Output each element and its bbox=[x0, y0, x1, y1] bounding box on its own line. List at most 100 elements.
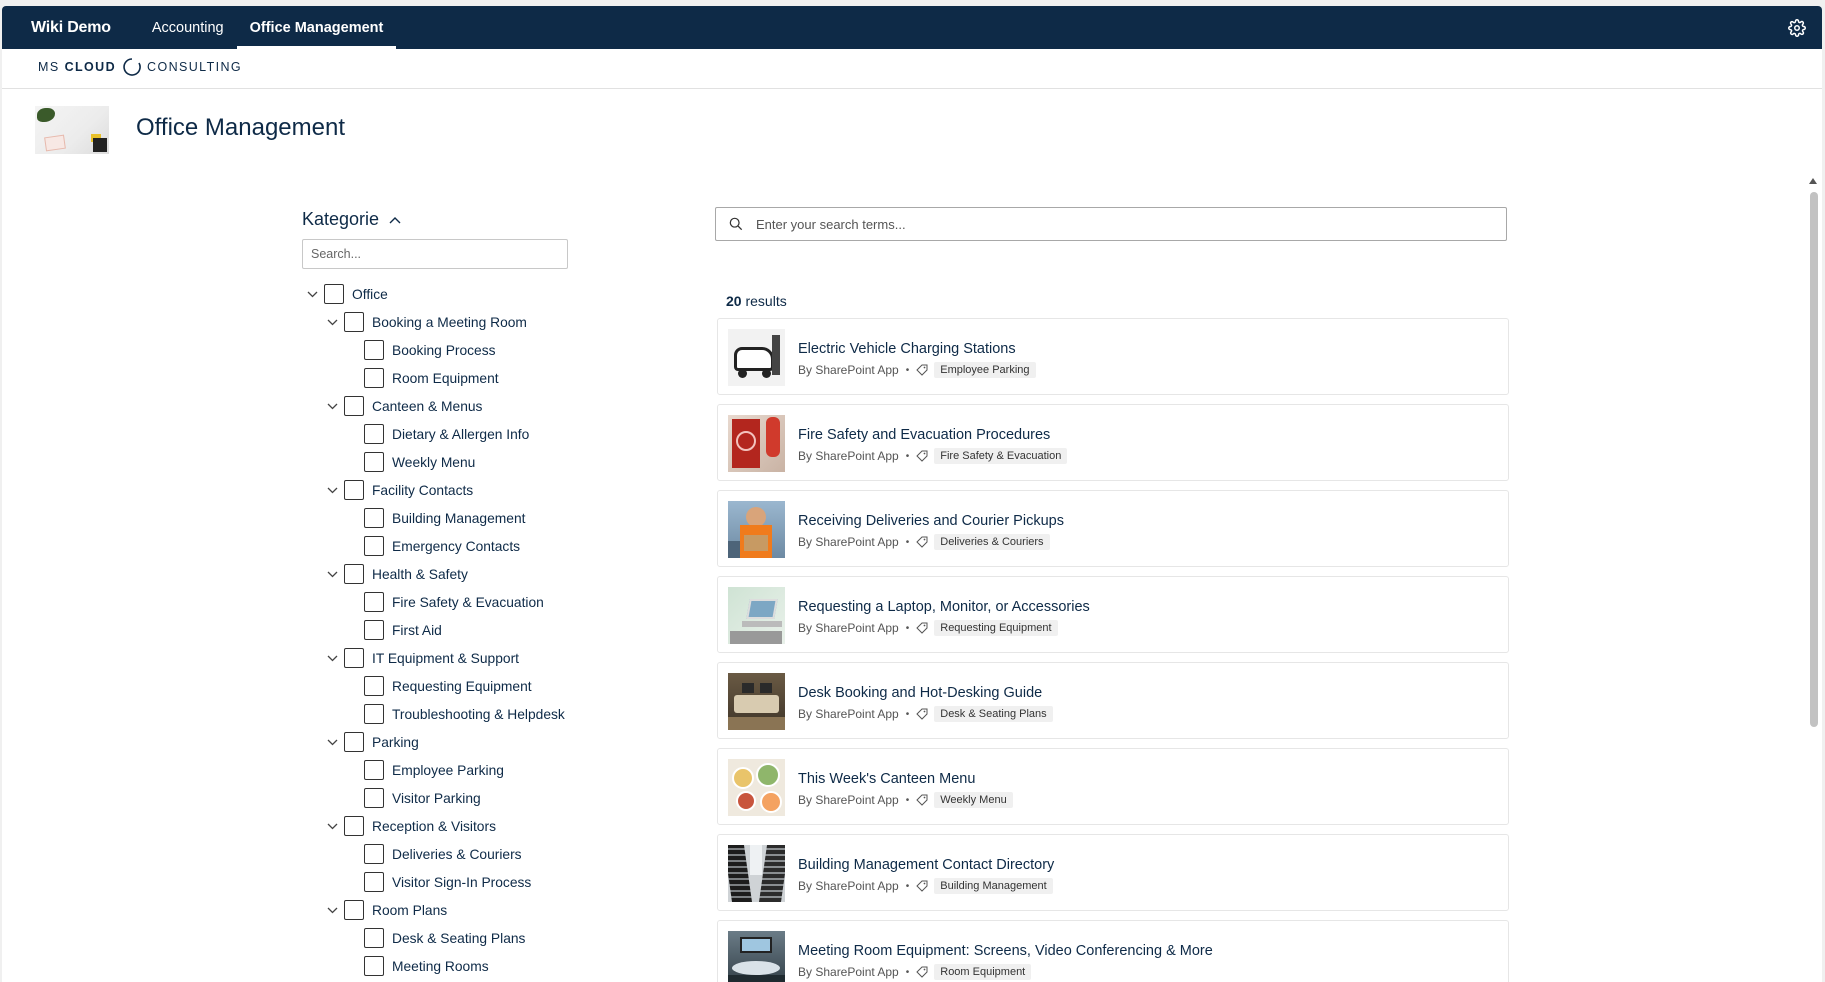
tree-item-label[interactable]: Visitor Parking bbox=[392, 791, 481, 806]
tree-item-checkbox[interactable] bbox=[364, 844, 384, 864]
result-tag[interactable]: Employee Parking bbox=[934, 362, 1036, 378]
tree-item-label[interactable]: Health & Safety bbox=[372, 567, 468, 582]
tree-item-label[interactable]: Weekly Menu bbox=[392, 455, 475, 470]
tree-item-checkbox[interactable] bbox=[344, 480, 364, 500]
tree-item-checkbox[interactable] bbox=[364, 872, 384, 892]
tree-item-checkbox[interactable] bbox=[364, 340, 384, 360]
tree-item-checkbox[interactable] bbox=[364, 788, 384, 808]
results-search-input[interactable] bbox=[756, 216, 1506, 232]
tree-item-checkbox[interactable] bbox=[344, 816, 364, 836]
tree-item-label[interactable]: Meeting Rooms bbox=[392, 959, 489, 974]
result-tag[interactable]: Room Equipment bbox=[934, 964, 1032, 980]
tree-item-checkbox[interactable] bbox=[364, 704, 384, 724]
tree-item-checkbox[interactable] bbox=[364, 620, 384, 640]
filter-search-input[interactable] bbox=[302, 239, 568, 269]
tree-item-checkbox[interactable] bbox=[364, 424, 384, 444]
result-card[interactable]: Requesting a Laptop, Monitor, or Accesso… bbox=[717, 576, 1509, 653]
tree-item-label[interactable]: Room Equipment bbox=[392, 371, 499, 386]
site-title[interactable]: Wiki Demo bbox=[2, 19, 139, 37]
tree-item-label[interactable]: Booking Process bbox=[392, 343, 496, 358]
tree-item-checkbox[interactable] bbox=[344, 648, 364, 668]
tree-item-checkbox[interactable] bbox=[344, 564, 364, 584]
chevron-down-icon[interactable] bbox=[325, 399, 339, 413]
result-author: By SharePoint App bbox=[798, 879, 899, 893]
tree-item-checkbox[interactable] bbox=[344, 900, 364, 920]
scroll-up-arrow[interactable] bbox=[1809, 178, 1817, 184]
result-tag[interactable]: Building Management bbox=[934, 878, 1053, 894]
result-tag[interactable]: Desk & Seating Plans bbox=[934, 706, 1053, 722]
tree-item-checkbox[interactable] bbox=[344, 312, 364, 332]
tree-item-checkbox[interactable] bbox=[364, 368, 384, 388]
tree-item-label[interactable]: Parking bbox=[372, 735, 419, 750]
result-title[interactable]: Electric Vehicle Charging Stations bbox=[798, 341, 1016, 357]
result-title[interactable]: This Week's Canteen Menu bbox=[798, 771, 975, 787]
tree-item-label[interactable]: First Aid bbox=[392, 623, 442, 638]
result-card[interactable]: Meeting Room Equipment: Screens, Video C… bbox=[717, 920, 1509, 982]
tree-item-label[interactable]: Office bbox=[352, 287, 388, 302]
tree-item-checkbox[interactable] bbox=[364, 592, 384, 612]
chevron-down-icon[interactable] bbox=[325, 483, 339, 497]
tree-item-checkbox[interactable] bbox=[364, 508, 384, 528]
chevron-down-icon[interactable] bbox=[325, 315, 339, 329]
category-filter-toggle[interactable]: Kategorie bbox=[302, 209, 401, 230]
nav-accounting[interactable]: Accounting bbox=[139, 6, 237, 49]
tree-item-checkbox[interactable] bbox=[344, 732, 364, 752]
result-card[interactable]: Fire Safety and Evacuation Procedures By … bbox=[717, 404, 1509, 481]
result-tag[interactable]: Fire Safety & Evacuation bbox=[934, 448, 1068, 464]
tree-item-label[interactable]: IT Equipment & Support bbox=[372, 651, 519, 666]
nav-office-management[interactable]: Office Management bbox=[236, 6, 397, 49]
result-tag[interactable]: Requesting Equipment bbox=[934, 620, 1058, 636]
tree-item-label[interactable]: Reception & Visitors bbox=[372, 819, 496, 834]
result-title[interactable]: Desk Booking and Hot-Desking Guide bbox=[798, 685, 1042, 701]
tree-item-label[interactable]: Dietary & Allergen Info bbox=[392, 427, 529, 442]
tree-item-label[interactable]: Visitor Sign-In Process bbox=[392, 875, 531, 890]
meta-separator: • bbox=[905, 364, 910, 376]
result-title[interactable]: Meeting Room Equipment: Screens, Video C… bbox=[798, 943, 1213, 959]
tree-item-label[interactable]: Room Plans bbox=[372, 903, 447, 918]
tree-item-label[interactable]: Canteen & Menus bbox=[372, 399, 482, 414]
tree-item-label[interactable]: Troubleshooting & Helpdesk bbox=[392, 707, 565, 722]
tree-item-label[interactable]: Emergency Contacts bbox=[392, 539, 520, 554]
tree-item-label[interactable]: Deliveries & Couriers bbox=[392, 847, 522, 862]
result-title[interactable]: Building Management Contact Directory bbox=[798, 857, 1054, 873]
chevron-down-icon[interactable] bbox=[305, 287, 319, 301]
chevron-down-icon[interactable] bbox=[325, 819, 339, 833]
result-tag[interactable]: Deliveries & Couriers bbox=[934, 534, 1050, 550]
tree-item-checkbox[interactable] bbox=[364, 928, 384, 948]
result-card[interactable]: Desk Booking and Hot-Desking Guide By Sha… bbox=[717, 662, 1509, 739]
tree-item-checkbox[interactable] bbox=[364, 676, 384, 696]
chevron-down-icon[interactable] bbox=[325, 903, 339, 917]
company-logo[interactable]: MS CLOUD CONSULTING bbox=[38, 57, 242, 77]
tree-item-label[interactable]: Booking a Meeting Room bbox=[372, 315, 527, 330]
results-search-box[interactable] bbox=[715, 207, 1507, 241]
tree-item-label[interactable]: Employee Parking bbox=[392, 763, 504, 778]
tree-item-checkbox[interactable] bbox=[364, 536, 384, 556]
result-tag[interactable]: Weekly Menu bbox=[934, 792, 1013, 808]
result-count-suffix: results bbox=[745, 293, 787, 309]
tree-item-checkbox[interactable] bbox=[364, 452, 384, 472]
chevron-down-icon[interactable] bbox=[325, 567, 339, 581]
meta-separator: • bbox=[905, 794, 910, 806]
tree-item-checkbox[interactable] bbox=[344, 396, 364, 416]
tree-item-label[interactable]: Desk & Seating Plans bbox=[392, 931, 525, 946]
gear-icon[interactable] bbox=[1786, 17, 1808, 39]
result-card[interactable]: This Week's Canteen Menu By SharePoint Ap… bbox=[717, 748, 1509, 825]
tree-item-label[interactable]: Building Management bbox=[392, 511, 525, 526]
result-title[interactable]: Requesting a Laptop, Monitor, or Accesso… bbox=[798, 599, 1090, 615]
chevron-down-icon[interactable] bbox=[325, 735, 339, 749]
result-card[interactable]: Electric Vehicle Charging Stations By Sha… bbox=[717, 318, 1509, 395]
result-title[interactable]: Fire Safety and Evacuation Procedures bbox=[798, 427, 1050, 443]
tree-item-label[interactable]: Facility Contacts bbox=[372, 483, 473, 498]
result-author: By SharePoint App bbox=[798, 449, 899, 463]
chevron-down-icon[interactable] bbox=[325, 651, 339, 665]
tree-item-checkbox[interactable] bbox=[364, 956, 384, 976]
tree-item-checkbox[interactable] bbox=[324, 284, 344, 304]
result-card[interactable]: Building Management Contact Directory By … bbox=[717, 834, 1509, 911]
scrollbar-thumb[interactable] bbox=[1810, 192, 1818, 727]
result-title[interactable]: Receiving Deliveries and Courier Pickups bbox=[798, 513, 1064, 529]
tree-item-label[interactable]: Requesting Equipment bbox=[392, 679, 532, 694]
result-card[interactable]: Receiving Deliveries and Courier Pickups… bbox=[717, 490, 1509, 567]
result-meta: By SharePoint App • Building Management bbox=[798, 878, 1053, 894]
tree-item-label[interactable]: Fire Safety & Evacuation bbox=[392, 595, 544, 610]
tree-item-checkbox[interactable] bbox=[364, 760, 384, 780]
